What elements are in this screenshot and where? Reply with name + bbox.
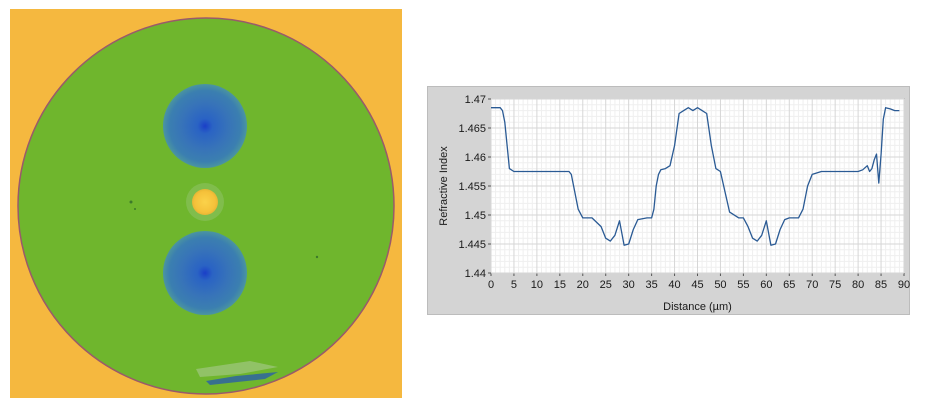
x-tick-label: 85: [875, 279, 887, 291]
y-tick-label: 1.465: [458, 123, 486, 135]
x-tick-label: 90: [898, 279, 910, 291]
x-tick-label: 70: [806, 279, 818, 291]
stress-rod-top: [163, 84, 247, 168]
x-tick-label: 75: [829, 279, 841, 291]
refractive-index-chart: 0 5 10 15 20 25 30 35 40 45 50 55 60 65 70 75 80 85 90 1.4…: [438, 94, 910, 313]
x-tick-label: 45: [691, 279, 703, 291]
defect-spot: [129, 200, 133, 204]
stress-rod-bottom: [163, 231, 247, 315]
y-tick-label: 1.455: [458, 181, 486, 193]
y-tick-label: 1.445: [458, 239, 486, 251]
x-tick-label: 80: [852, 279, 864, 291]
x-tick-label: 20: [577, 279, 589, 291]
y-tick-label: 1.45: [465, 210, 486, 222]
x-axis-label: Distance (µm): [663, 301, 732, 313]
x-tick-label: 55: [737, 279, 749, 291]
y-tick-label: 1.46: [465, 152, 486, 164]
x-tick-label: 50: [714, 279, 726, 291]
x-tick-label: 0: [488, 279, 494, 291]
fiber-cross-section-image: [10, 9, 402, 398]
x-tick-label: 35: [645, 279, 657, 291]
y-tick-label: 1.47: [465, 94, 486, 106]
defect-spot: [134, 208, 136, 210]
x-tick-label: 15: [554, 279, 566, 291]
x-tick-label: 25: [600, 279, 612, 291]
y-tick-label: 1.44: [465, 268, 486, 280]
chart-panel: 0 5 10 15 20 25 30 35 40 45 50 55 60 65 70 75 80 85 90 1.4…: [427, 86, 910, 315]
x-tick-label: 60: [760, 279, 772, 291]
x-tick-label: 65: [783, 279, 795, 291]
fiber-core: [192, 189, 218, 215]
defect-spot: [315, 255, 319, 259]
x-tick-label: 10: [531, 279, 543, 291]
x-tick-label: 40: [668, 279, 680, 291]
y-axis-label: Refractive Index: [438, 146, 450, 226]
x-tick-label: 5: [511, 279, 517, 291]
x-tick-label: 30: [623, 279, 635, 291]
